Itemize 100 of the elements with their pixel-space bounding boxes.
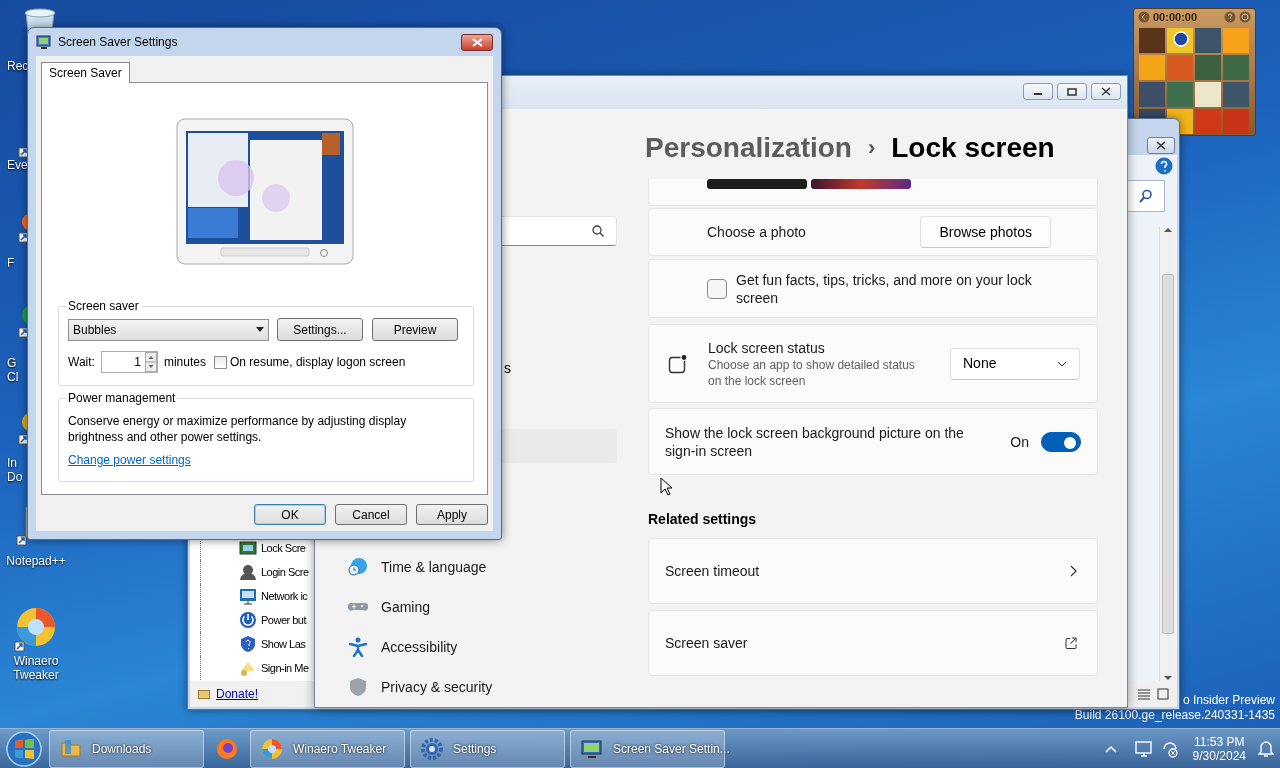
tree-item-icon [239, 539, 257, 557]
tree-item[interactable]: Show Las [261, 635, 306, 653]
monitor-icon [581, 737, 603, 760]
details-view-icon[interactable] [1137, 688, 1151, 700]
checkbox[interactable] [213, 355, 227, 369]
close-icon [1100, 87, 1112, 96]
tree-item-icon [239, 563, 257, 581]
clock-date: 9/30/2024 [1192, 748, 1246, 763]
breadcrumb-separator: › [867, 134, 876, 162]
desktop-icon-label[interactable]: F [7, 256, 29, 270]
checkbox[interactable] [707, 278, 727, 299]
dropdown-value: None [963, 354, 997, 373]
tab[interactable]: Screen Saver [41, 62, 130, 83]
preview-button[interactable]: Preview [372, 318, 458, 341]
browse-photos-button[interactable]: Browse photos [920, 216, 1051, 248]
window-title: Screen Saver Settings [58, 34, 179, 51]
chevron-down-icon [1057, 360, 1067, 367]
donate-icon [198, 688, 210, 700]
setting-description: Choose an app to show detailed status on the lock screen [708, 356, 916, 389]
puzzle-gadget[interactable]: 00:00:00 [1133, 8, 1256, 136]
tree-item-icon [239, 587, 257, 605]
desktop-icon-label[interactable]: Rec [7, 59, 29, 73]
maximize-button[interactable] [1057, 83, 1087, 100]
field-label: Wait: [68, 354, 95, 371]
notification-bell-icon[interactable] [1258, 739, 1274, 758]
nav-item[interactable]: Privacy & security [381, 676, 493, 698]
clock[interactable]: 11:53 PM 9/30/2024 [1192, 734, 1246, 763]
breadcrumb-link[interactable]: Personalization [645, 131, 852, 165]
tree-item[interactable]: Lock Scre [261, 539, 306, 557]
desktop-icon-label[interactable]: In Do [7, 456, 29, 484]
spin-arrows-icon[interactable] [144, 352, 157, 372]
settings-button[interactable]: Settings... [277, 318, 363, 341]
photo-thumbnail[interactable] [707, 179, 807, 189]
wait-minutes-spinner[interactable]: 1 [100, 351, 158, 373]
dialog-button[interactable]: Cancel [335, 504, 407, 525]
change-power-settings-link[interactable]: Change power settings [68, 451, 191, 469]
scroll-thumb[interactable] [1161, 274, 1174, 634]
status-icon [668, 353, 688, 374]
browser-icon [216, 737, 238, 760]
help-icon[interactable] [1155, 157, 1173, 175]
desktop-icon-label[interactable]: G Cl [7, 356, 29, 384]
search-icon [592, 224, 604, 237]
close-button[interactable] [461, 33, 493, 51]
related-setting-row[interactable]: Screen saver [648, 610, 1098, 676]
scroll-up-icon[interactable] [1163, 227, 1172, 233]
search-field[interactable] [1127, 180, 1165, 212]
dialog-button[interactable]: Apply [416, 504, 488, 525]
tree-item-icon [239, 635, 257, 653]
tree-item[interactable]: Network ic [261, 587, 308, 605]
toggle-switch[interactable] [1041, 431, 1081, 452]
checkbox-label[interactable]: On resume, display logon screen [229, 353, 406, 371]
watermark-text: o Insider Preview [1182, 693, 1275, 708]
page-title: Lock screen [891, 131, 1055, 165]
close-icon [471, 37, 483, 47]
related-setting-row[interactable]: Screen timeout [648, 538, 1098, 604]
toggle-state-label: On [1010, 432, 1029, 451]
folder-icon [60, 737, 82, 760]
start-button-icon[interactable] [4, 729, 44, 768]
scrollbar[interactable] [1159, 227, 1175, 681]
section-heading: Related settings [648, 510, 758, 529]
description-text: Conserve energy or maximize performance by adjusting display brightness and other power settings. [68, 413, 408, 445]
desktop-icon-label[interactable]: Eve [7, 158, 29, 172]
checkbox-label[interactable]: Get fun facts, tips, tricks, and more on your lock screen [736, 270, 1037, 307]
chevron-right-icon [1070, 565, 1077, 577]
tree-item[interactable]: Login Scre [261, 563, 309, 581]
shuffle-icon[interactable] [1239, 11, 1251, 24]
desktop-icon-label[interactable]: Notepad++ [0, 554, 72, 568]
setting-title: Lock screen status [708, 338, 826, 357]
status-app-dropdown[interactable]: None [950, 347, 1080, 380]
photo-thumbnail[interactable] [811, 179, 911, 189]
back-icon[interactable] [1138, 11, 1150, 24]
nav-item[interactable]: Accessibility [381, 636, 458, 658]
gear-icon [421, 737, 443, 760]
nav-item[interactable]: Gaming [381, 596, 431, 618]
nav-item[interactable]: Time & language [381, 556, 487, 578]
tiles-view-icon[interactable] [1157, 688, 1169, 700]
minimize-button[interactable] [1023, 83, 1053, 100]
screen-saver-select[interactable]: Bubbles [68, 318, 269, 341]
setting-label: Show the lock screen background picture on the sign-in screen [665, 423, 965, 460]
help-icon[interactable] [1224, 11, 1236, 24]
mouse-pointer-icon [660, 477, 672, 496]
dropdown-arrow-icon [256, 327, 264, 332]
group-title: Power management [67, 391, 177, 405]
network-icon[interactable] [1160, 739, 1179, 758]
shield-icon [348, 677, 368, 697]
donate-link[interactable]: Donate! [216, 685, 259, 703]
external-link-icon [1065, 637, 1077, 649]
close-icon [1156, 141, 1166, 150]
display-icon[interactable] [1134, 739, 1155, 758]
clock-time: 11:53 PM [1193, 734, 1246, 749]
globe-clock-icon [348, 557, 368, 577]
desktop-icon-label[interactable]: Winaero Tweaker [0, 654, 72, 682]
tree-item[interactable]: Power but [261, 611, 307, 629]
monitor-icon [36, 34, 52, 50]
tree-item[interactable]: Sign-in Me [261, 659, 309, 677]
search-icon [1139, 189, 1153, 203]
close-button[interactable] [1091, 83, 1121, 100]
dialog-button[interactable]: OK [254, 504, 326, 525]
chevron-up-icon[interactable] [1104, 744, 1117, 753]
close-button[interactable] [1147, 137, 1175, 154]
